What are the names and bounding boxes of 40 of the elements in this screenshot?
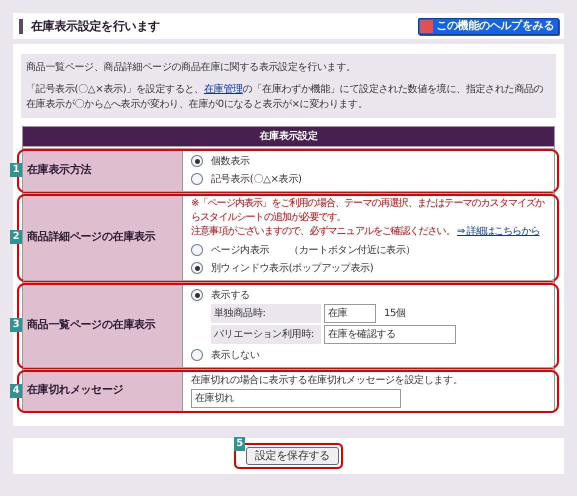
save-button[interactable]: 設定を保存する (246, 447, 339, 465)
field-label: 単独商品時: (211, 304, 321, 323)
field-label: バリエーション利用時: (211, 325, 321, 344)
step-badge: 1 (10, 163, 22, 177)
radio-label: ページ内表示 (211, 244, 270, 258)
row-label: 在庫切れメッセージ (23, 370, 183, 411)
step-badge: 2 (10, 230, 22, 244)
table-header: 在庫表示設定 (23, 127, 554, 146)
text-field[interactable]: 在庫 (324, 304, 376, 323)
field-description: 在庫切れの場合に表示する在庫切れメッセージを設定します。 (191, 374, 464, 388)
radio-button[interactable] (191, 289, 203, 301)
radio-label: 記号表示(〇△×表示) (211, 172, 302, 186)
help-icon (420, 20, 434, 32)
intro-text: 「記号表示(〇△×表示)」を設定すると、在庫管理の「在庫わずか機能」にて設定された数値を境に、指定された商品の在庫表示が〇から△へ表示が変わり、在庫が0になると表示が×に変わります。 (26, 82, 544, 112)
radio-label: 別ウィンドウ表示(ポップアップ表示) (211, 262, 374, 276)
step-badge: 4 (10, 384, 22, 398)
step-badge: 3 (10, 318, 22, 332)
row-label: 在庫表示方法 (23, 149, 183, 191)
details-link[interactable]: ⇒ 詳細はこちらから (456, 226, 540, 237)
title-marker (19, 18, 23, 34)
row-label: 商品詳細ページの在庫表示 (23, 194, 183, 280)
row-label: 商品一覧ページの在庫表示 (23, 283, 183, 367)
radio-button[interactable] (191, 155, 203, 167)
radio-note: （カートボタン付近に表示） (289, 244, 416, 258)
stock-count: 15個 (384, 307, 406, 321)
radio-button[interactable] (191, 244, 203, 256)
text-field[interactable]: 在庫切れ (191, 389, 401, 408)
radio-label: 表示しない (211, 348, 260, 362)
radio-button[interactable] (191, 173, 203, 185)
radio-button[interactable] (191, 349, 203, 361)
step-badge: 5 (234, 437, 246, 451)
radio-button[interactable] (191, 262, 203, 274)
radio-label: 個数表示 (211, 154, 250, 168)
radio-label: 表示する (211, 288, 250, 302)
notice-text: ※「ページ内表示」をご利用の場合、テーマの再選択、またはテーマのカスタマイズからスタイルシートの追加が必要です。 注意事項がございますので、必ずマニュアルをご確認ください。 ⇒ 詳細はこちらから (191, 197, 546, 239)
help-button[interactable]: この機能のヘルプをみる (418, 18, 559, 34)
page-title: 在庫表示設定を行います (31, 18, 160, 35)
intro-text: 商品一覧ページ、商品詳細ページの商品在庫に関する表示設定を行います。 (26, 60, 357, 75)
stock-management-link[interactable]: 在庫管理 (204, 84, 243, 95)
text-field[interactable]: 在庫を確認する (324, 325, 456, 344)
